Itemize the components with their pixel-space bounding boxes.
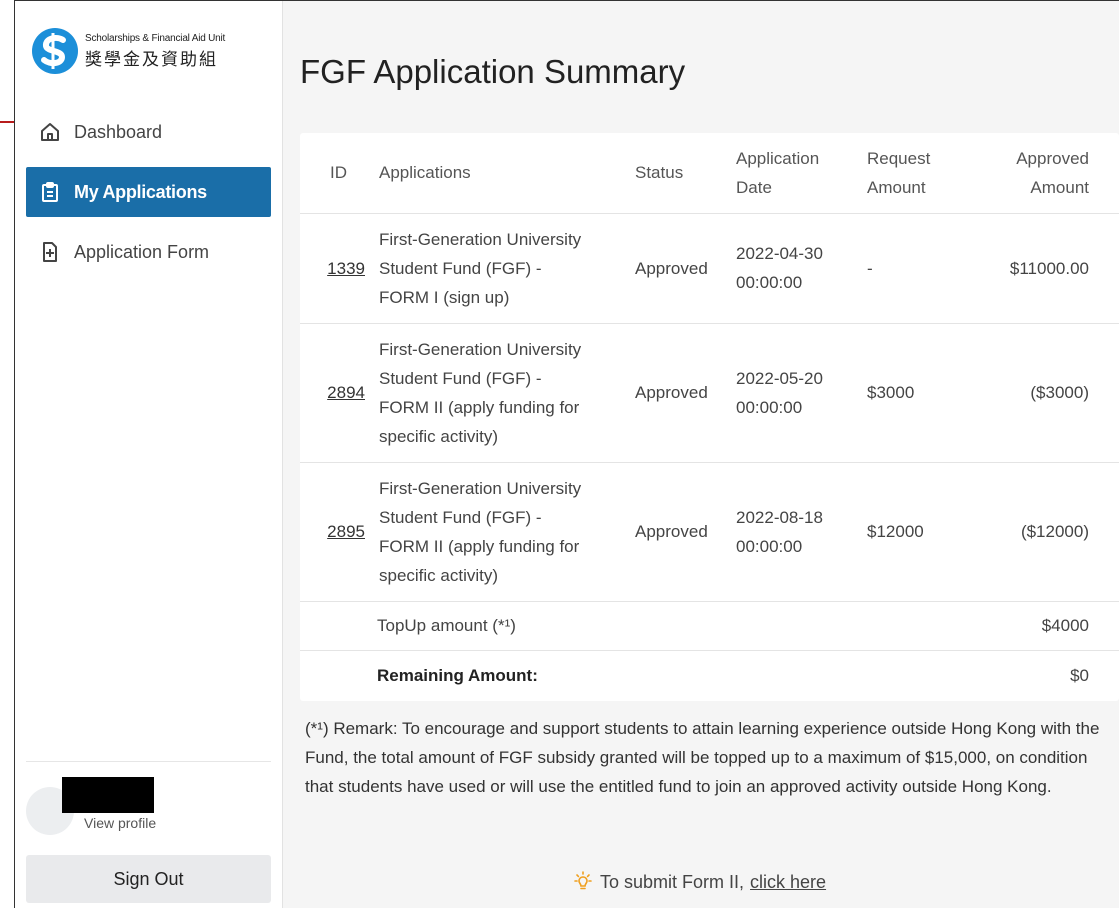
column-header-request-amount: Request Amount (867, 148, 931, 197)
topup-amount: $4000 (1041, 616, 1089, 635)
sidebar-item-label: Dashboard (74, 121, 163, 142)
approved-amount-cell: ($12000) (1020, 522, 1089, 541)
profile-divider (26, 761, 271, 762)
logo-english-text: Scholarships & Financial Aid Unit (85, 32, 226, 44)
click-here-link[interactable]: click here (750, 872, 826, 893)
table-row: 1339 First-Generation University Student… (300, 213, 1119, 323)
main-content: FGF Application Summary ID Applications … (283, 1, 1119, 908)
table-header-row: ID Applications Status Application Date … (300, 133, 1119, 213)
home-icon (40, 122, 60, 142)
remaining-label: Remaining Amount: (377, 666, 538, 686)
page-title: FGF Application Summary (300, 53, 686, 90)
status-cell: Approved (635, 258, 708, 278)
application-table: ID Applications Status Application Date … (300, 133, 1119, 701)
column-header-approved-amount: Approved Amount (1016, 148, 1089, 197)
application-date-cell: 2022-05-20 00:00:00 (736, 368, 823, 417)
submit-hint-text: To submit Form II, (600, 871, 745, 892)
column-header-applications: Applications (379, 163, 471, 183)
approved-amount-cell: $11000.00 (1009, 258, 1089, 278)
application-name: First-Generation University Student Fund… (379, 229, 582, 307)
sidebar-item-dashboard[interactable]: Dashboard (26, 107, 271, 157)
topup-row: TopUp amount (*¹) $4000 (300, 601, 1119, 650)
column-header-application-date: Application Date (736, 148, 820, 197)
application-name: First-Generation University Student Fund… (379, 339, 582, 446)
remaining-row: Remaining Amount: $0 (300, 650, 1119, 701)
application-name: First-Generation University Student Fund… (379, 478, 582, 585)
add-document-icon (40, 242, 60, 262)
application-date-cell: 2022-04-30 00:00:00 (736, 244, 823, 292)
sidebar-item-application-form[interactable]: Application Form (26, 227, 271, 277)
request-amount-cell: $12000 (867, 522, 924, 541)
sidebar-item-label: My Applications (74, 181, 207, 202)
lightbulb-icon (574, 871, 592, 890)
request-amount-cell: $3000 (867, 383, 915, 402)
remaining-amount: $0 (1070, 666, 1089, 686)
application-summary-card: ID Applications Status Application Date … (300, 133, 1119, 701)
table-row: 2894 First-Generation University Student… (300, 323, 1119, 462)
column-header-status: Status (635, 163, 684, 183)
topup-remark: (*¹) Remark: To encourage and support st… (305, 719, 1100, 796)
clipboard-icon (40, 182, 60, 202)
app-window: Scholarships & Financial Aid Unit 獎學金及資助… (14, 0, 1119, 908)
request-amount-cell: - (867, 258, 873, 278)
application-id-link[interactable]: 1339 (327, 259, 365, 278)
redacted-user-name (62, 777, 154, 813)
sign-out-button[interactable]: Sign Out (26, 855, 271, 903)
application-id-link[interactable]: 2895 (327, 522, 365, 541)
sidebar-nav: Dashboard My Applications Application Fo… (26, 107, 271, 287)
unit-logo[interactable]: Scholarships & Financial Aid Unit 獎學金及資助… (31, 27, 225, 75)
topup-label: TopUp amount (*¹) (377, 616, 516, 635)
user-profile[interactable]: View profile (26, 777, 271, 837)
application-id-link[interactable]: 2894 (327, 383, 365, 402)
logo-chinese-text: 獎學金及資助組 (85, 49, 218, 69)
column-header-id: ID (330, 163, 347, 183)
sidebar: Scholarships & Financial Aid Unit 獎學金及資助… (15, 1, 283, 908)
logo-mark-icon (32, 28, 78, 74)
submit-form-ii-hint: To submit Form II, click here (572, 871, 826, 893)
application-date-cell: 2022-08-18 00:00:00 (736, 507, 823, 556)
sidebar-item-label: Application Form (74, 241, 210, 262)
sidebar-item-my-applications[interactable]: My Applications (26, 167, 271, 217)
approved-amount-cell: ($3000) (1030, 383, 1089, 402)
view-profile-link[interactable]: View profile (84, 815, 156, 831)
status-cell: Approved (635, 522, 708, 541)
status-cell: Approved (635, 383, 708, 402)
table-row: 2895 First-Generation University Student… (300, 462, 1119, 601)
